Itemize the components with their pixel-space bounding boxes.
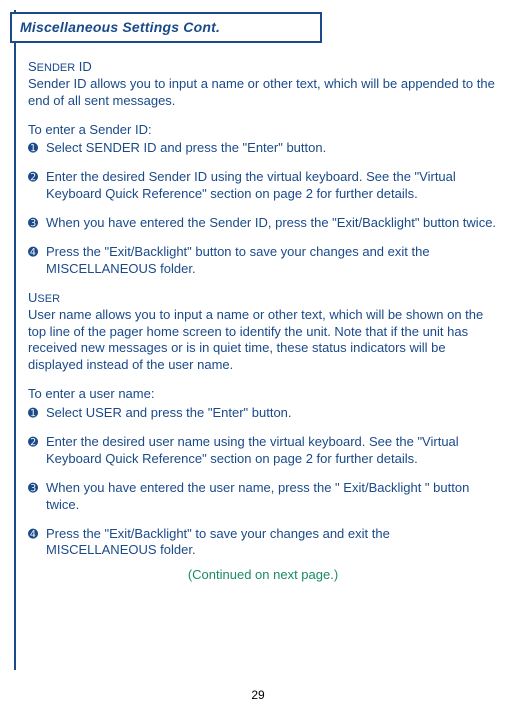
steps-lead: To enter a user name: [28, 386, 498, 403]
step-bullet-icon: ➍ [28, 244, 46, 278]
step-text: Select SENDER ID and press the "Enter" b… [46, 140, 498, 157]
continued-text: (Continued on next page.) [28, 567, 498, 584]
steps-lead: To enter a Sender ID: [28, 122, 498, 139]
step-text: Press the "Exit/Backlight" to save your … [46, 526, 498, 560]
step-text: Enter the desired user name using the vi… [46, 434, 498, 468]
step-text: When you have entered the Sender ID, pre… [46, 215, 498, 232]
step-text: When you have entered the user name, pre… [46, 480, 498, 514]
section-heading-sender: SENDER ID [28, 59, 498, 76]
page-title: Miscellaneous Settings Cont. [20, 19, 220, 35]
title-box: Miscellaneous Settings Cont. [10, 12, 322, 43]
page-content: Miscellaneous Settings Cont. SENDER ID S… [0, 0, 516, 584]
step-item: ➌ When you have entered the Sender ID, p… [28, 215, 498, 232]
section-heading-user: USER [28, 290, 498, 307]
step-text: Select USER and press the "Enter" button… [46, 405, 498, 422]
step-item: ➍ Press the "Exit/Backlight" to save you… [28, 526, 498, 560]
step-bullet-icon: ➌ [28, 215, 46, 232]
section-intro: User name allows you to input a name or … [28, 307, 498, 375]
step-item: ➋ Enter the desired Sender ID using the … [28, 169, 498, 203]
step-item: ➌ When you have entered the user name, p… [28, 480, 498, 514]
step-bullet-icon: ➊ [28, 140, 46, 157]
step-item: ➍ Press the "Exit/Backlight" button to s… [28, 244, 498, 278]
step-bullet-icon: ➋ [28, 169, 46, 203]
step-bullet-icon: ➌ [28, 480, 46, 514]
step-text: Enter the desired Sender ID using the vi… [46, 169, 498, 203]
step-bullet-icon: ➋ [28, 434, 46, 468]
step-item: ➊ Select USER and press the "Enter" butt… [28, 405, 498, 422]
step-item: ➋ Enter the desired user name using the … [28, 434, 498, 468]
step-item: ➊ Select SENDER ID and press the "Enter"… [28, 140, 498, 157]
step-text: Press the "Exit/Backlight" button to sav… [46, 244, 498, 278]
step-bullet-icon: ➍ [28, 526, 46, 560]
section-intro: Sender ID allows you to input a name or … [28, 76, 498, 110]
page-number: 29 [0, 688, 516, 704]
step-bullet-icon: ➊ [28, 405, 46, 422]
